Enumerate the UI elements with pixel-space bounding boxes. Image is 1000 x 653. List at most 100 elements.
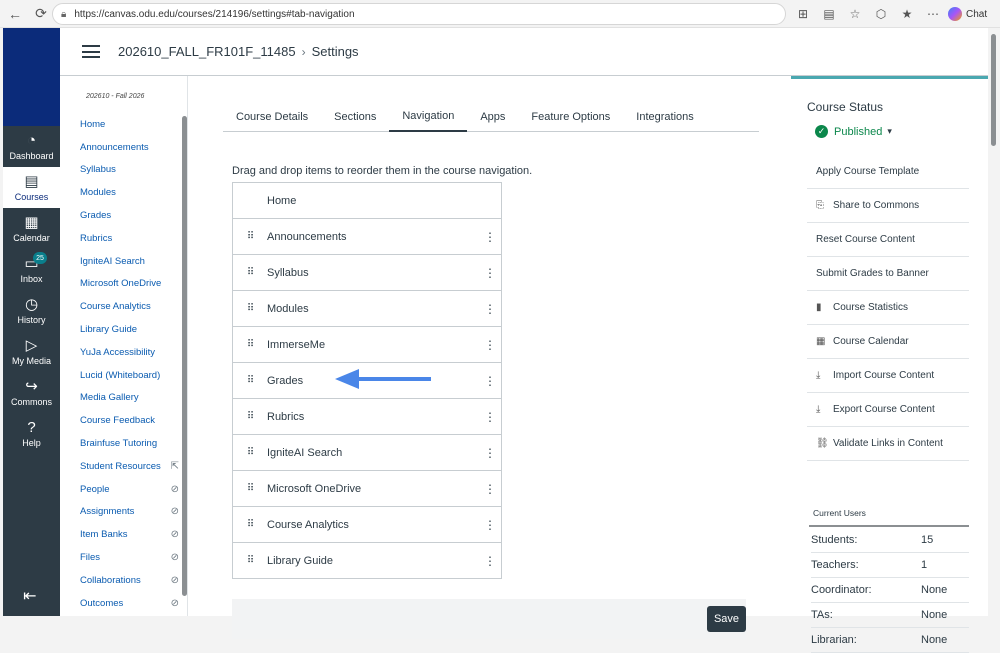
course-nav-item-item-banks[interactable]: Item Banks ⊘ (60, 523, 187, 546)
nav-list-item[interactable]: Home (233, 183, 501, 219)
course-nav-item-course-feedback[interactable]: Course Feedback (60, 409, 187, 432)
back-icon[interactable]: ← (4, 3, 26, 25)
global-nav-dashboard[interactable]: ◔ Dashboard (3, 126, 60, 167)
drag-handle-icon[interactable]: ⠿ (233, 339, 267, 350)
drag-handle-icon[interactable]: ⠿ (233, 411, 267, 422)
nav-list-item[interactable]: ⠿ Announcements ⋮ (233, 219, 501, 255)
sidebar-link-share-to-commons[interactable]: ⎘ Share to Commons (807, 189, 969, 223)
course-nav-item-modules[interactable]: Modules (60, 181, 187, 204)
course-nav-item-library-guide[interactable]: Library Guide (60, 318, 187, 341)
refresh-icon[interactable]: ⟳ (30, 3, 52, 25)
tab-navigation[interactable]: Navigation (389, 101, 468, 132)
nav-list-item[interactable]: ⠿ Course Analytics ⋮ (233, 507, 501, 543)
drag-handle-icon[interactable]: ⠿ (233, 375, 267, 386)
nav-list-item[interactable]: ⠿ Syllabus ⋮ (233, 255, 501, 291)
nav-list-item[interactable]: ⠿ Microsoft OneDrive ⋮ (233, 471, 501, 507)
item-options-icon[interactable]: ⋮ (479, 482, 501, 496)
drag-handle-icon[interactable]: ⠿ (233, 267, 267, 278)
course-nav-item-rubrics[interactable]: Rubrics (60, 227, 187, 250)
global-nav-my-media[interactable]: ▷ My Media (3, 331, 60, 372)
drag-handle-icon[interactable]: ⠿ (233, 231, 267, 242)
sidebar-link-validate-links-in-content[interactable]: ⛓ Validate Links in Content (807, 427, 969, 461)
drag-handle-icon[interactable]: ⠿ (233, 303, 267, 314)
nav-list-item[interactable]: ⠿ Modules ⋮ (233, 291, 501, 327)
item-options-icon[interactable]: ⋮ (479, 338, 501, 352)
sidebar-link-export-course-content[interactable]: ⤓ Export Course Content (807, 393, 969, 427)
global-nav-commons[interactable]: ↪ Commons (3, 372, 60, 413)
item-options-icon[interactable]: ⋮ (479, 230, 501, 244)
course-nav-item-grades[interactable]: Grades (60, 204, 187, 227)
course-nav-item-course-analytics[interactable]: Course Analytics (60, 295, 187, 318)
drag-handle-icon[interactable]: ⠿ (233, 447, 267, 458)
tab-course-details[interactable]: Course Details (223, 101, 321, 132)
course-nav-item-syllabus[interactable]: Syllabus (60, 159, 187, 182)
tab-integrations[interactable]: Integrations (623, 101, 706, 132)
tab-apps[interactable]: Apps (467, 101, 518, 132)
tab-sections[interactable]: Sections (321, 101, 389, 132)
course-nav-item-collaborations[interactable]: Collaborations ⊘ (60, 569, 187, 592)
university-logo[interactable] (3, 28, 60, 126)
page-scrollbar-thumb[interactable] (991, 34, 996, 146)
sidebar-link-course-statistics[interactable]: ▮ Course Statistics (807, 291, 969, 325)
more-icon[interactable]: ⋯ (922, 3, 944, 25)
nav-list-item[interactable]: ⠿ ImmerseMe ⋮ (233, 327, 501, 363)
breadcrumb-course[interactable]: 202610_FALL_FR101F_11485 (118, 44, 296, 59)
course-nav-item-media-gallery[interactable]: Media Gallery (60, 387, 187, 410)
nav-list-item[interactable]: ⠿ Library Guide ⋮ (233, 543, 501, 579)
course-nav-item-announcements[interactable]: Announcements (60, 136, 187, 159)
course-nav-item-files[interactable]: Files ⊘ (60, 546, 187, 569)
sidebar-link-submit-grades-to-banner[interactable]: Submit Grades to Banner (807, 257, 969, 291)
course-nav-item-igniteai-search[interactable]: IgniteAI Search (60, 250, 187, 273)
global-nav-inbox[interactable]: ▭ Inbox 25 (3, 249, 60, 290)
course-nav-item-outcomes[interactable]: Outcomes ⊘ (60, 592, 187, 615)
course-nav-item-people[interactable]: People ⊘ (60, 478, 187, 501)
drag-handle-icon[interactable]: ⠿ (233, 555, 267, 566)
copilot-chat-button[interactable]: Chat (948, 4, 994, 24)
item-options-icon[interactable]: ⋮ (479, 518, 501, 532)
course-nav-item-home[interactable]: Home (60, 113, 187, 136)
item-options-icon[interactable]: ⋮ (479, 410, 501, 424)
course-nav-item-yuja-accessibility[interactable]: YuJa Accessibility (60, 341, 187, 364)
hidden-eye-icon: ⊘ (170, 574, 179, 586)
course-nav-item-student-resources[interactable]: Student Resources ⇱ (60, 455, 187, 478)
course-nav-item-brainfuse-tutoring[interactable]: Brainfuse Tutoring (60, 432, 187, 455)
course-nav-label: Media Gallery (80, 392, 139, 404)
sidebar-link-course-calendar[interactable]: ▦ Course Calendar (807, 325, 969, 359)
item-options-icon[interactable]: ⋮ (479, 302, 501, 316)
global-nav-courses[interactable]: ▤ Courses (3, 167, 60, 208)
save-button[interactable]: Save (707, 606, 746, 632)
sidebar-link-import-course-content[interactable]: ⤓ Import Course Content (807, 359, 969, 393)
drag-handle-icon[interactable]: ⠿ (233, 519, 267, 530)
nav-list-item[interactable]: ⠿ Rubrics ⋮ (233, 399, 501, 435)
nav-list-item[interactable]: ⠿ IgniteAI Search ⋮ (233, 435, 501, 471)
sidebar-link-apply-course-template[interactable]: Apply Course Template (807, 155, 969, 189)
collapse-nav-icon[interactable]: ⇤ (23, 586, 36, 606)
app-icon[interactable]: ⊞ (792, 3, 814, 25)
drag-handle-icon[interactable]: ⠿ (233, 483, 267, 494)
item-options-icon[interactable]: ⋮ (479, 374, 501, 388)
hamburger-menu-icon[interactable] (82, 45, 100, 58)
favorites-icon[interactable]: ★ (896, 3, 918, 25)
reader-icon[interactable]: ▤ (818, 3, 840, 25)
course-nav-scrollbar[interactable] (182, 116, 187, 596)
item-options-icon[interactable]: ⋮ (479, 446, 501, 460)
page-scrollbar[interactable] (988, 28, 1000, 616)
address-bar[interactable]: 🔒︎ https://canvas.odu.edu/courses/214196… (52, 3, 786, 25)
sidebar-link-reset-course-content[interactable]: Reset Course Content (807, 223, 969, 257)
course-nav-item-lucid-whiteboard-[interactable]: Lucid (Whiteboard) (60, 364, 187, 387)
item-options-icon[interactable]: ⋮ (479, 554, 501, 568)
course-nav-label: Announcements (80, 141, 149, 153)
global-nav-history[interactable]: ◷ History (3, 290, 60, 331)
tab-feature-options[interactable]: Feature Options (518, 101, 623, 132)
global-nav-help[interactable]: ? Help (3, 413, 60, 454)
course-nav-item-assignments[interactable]: Assignments ⊘ (60, 501, 187, 524)
course-nav-label: Student Resources (80, 460, 161, 472)
history-icon: ◷ (24, 295, 39, 313)
publish-status-button[interactable]: ✓ Published ▾ (815, 125, 892, 138)
course-nav-item-microsoft-onedrive[interactable]: Microsoft OneDrive (60, 273, 187, 296)
browser-toolbar: ← ⟳ 🔒︎ https://canvas.odu.edu/courses/21… (0, 0, 1000, 28)
star-icon[interactable]: ☆ (844, 3, 866, 25)
item-options-icon[interactable]: ⋮ (479, 266, 501, 280)
extensions-icon[interactable]: ⬡ (870, 3, 892, 25)
global-nav-calendar[interactable]: ▦ Calendar (3, 208, 60, 249)
